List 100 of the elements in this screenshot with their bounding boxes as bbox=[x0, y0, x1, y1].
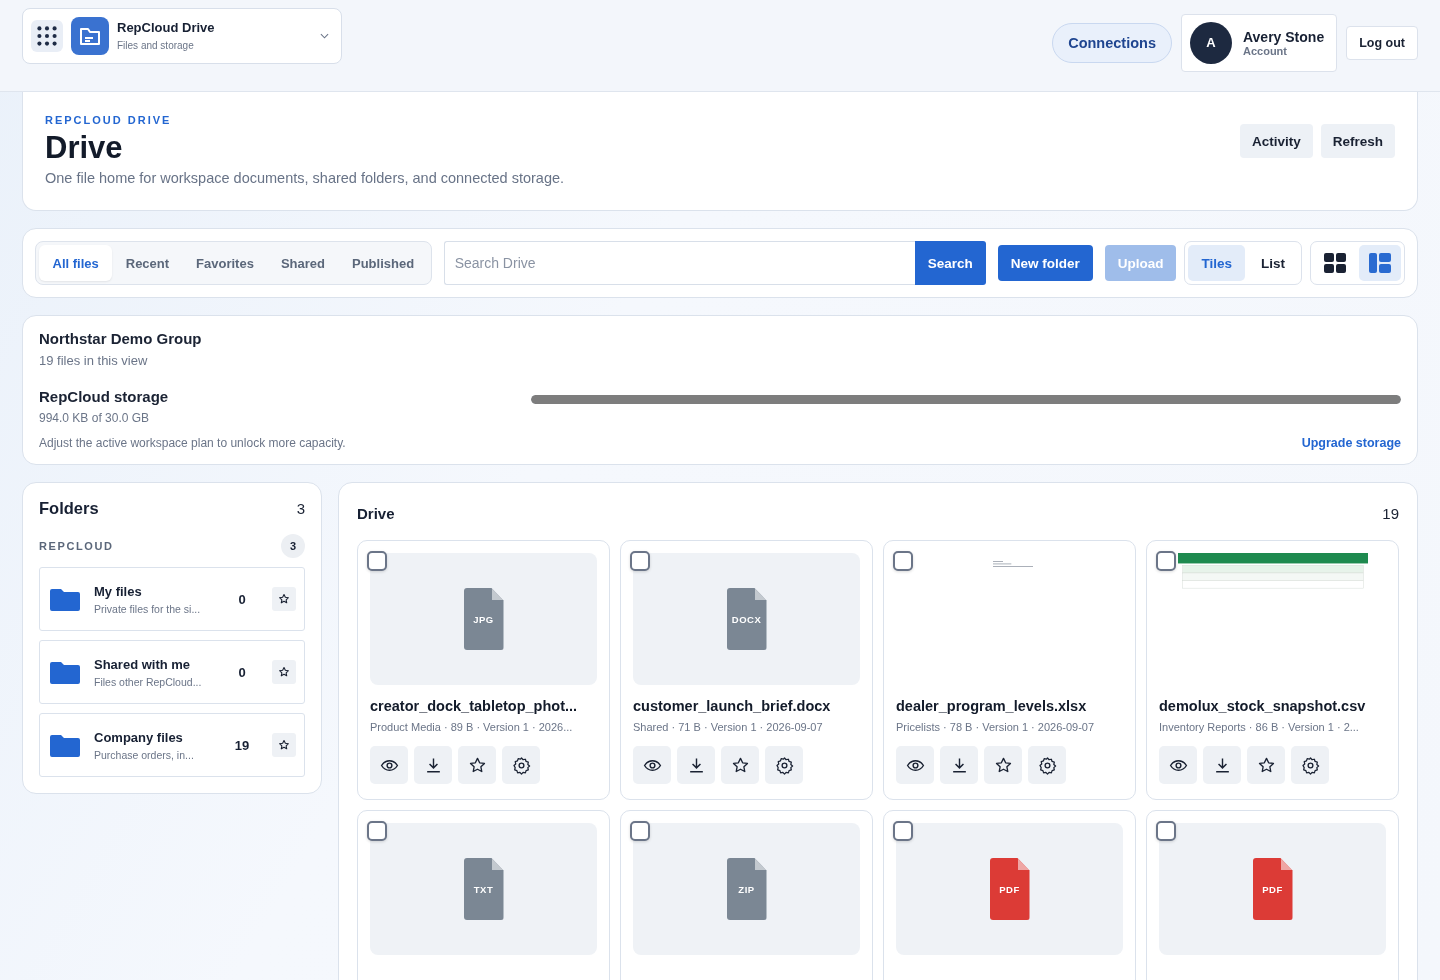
star-icon bbox=[278, 593, 290, 605]
folder-item[interactable]: Shared with me Files other RepCloud... 0 bbox=[39, 640, 305, 704]
folder-name: Company files bbox=[94, 729, 184, 745]
settings-icon bbox=[511, 755, 531, 775]
select-checkbox[interactable] bbox=[630, 551, 650, 571]
filter-tab[interactable]: Shared bbox=[267, 245, 339, 281]
connections-button[interactable]: Connections bbox=[1052, 22, 1172, 63]
drive-title: Drive bbox=[357, 505, 395, 522]
file-tile[interactable]: TXT bbox=[357, 810, 610, 980]
favorite-button[interactable] bbox=[984, 746, 1022, 784]
file-tile[interactable]: JPG creator_dock_tabletop_phot... Product Media · 89 B · Version 1 · 2026... bbox=[357, 540, 610, 800]
upgrade-link[interactable]: Upgrade storage bbox=[1301, 436, 1401, 450]
favorite-button[interactable] bbox=[272, 587, 296, 611]
folder-icon bbox=[50, 733, 80, 757]
file-meta: Pricelists · 78 B · Version 1 · 2026-09-07 bbox=[896, 721, 1096, 733]
filter-tab[interactable]: All files bbox=[39, 245, 113, 281]
file-type-icon: TXT bbox=[463, 858, 504, 920]
select-checkbox[interactable] bbox=[1156, 551, 1176, 571]
group-count-badge: 3 bbox=[281, 534, 305, 558]
download-button[interactable] bbox=[940, 746, 978, 784]
star-icon bbox=[278, 666, 290, 678]
file-meta: Product Media · 89 B · Version 1 · 2026... bbox=[370, 721, 574, 733]
favorite-button[interactable] bbox=[272, 733, 296, 757]
folder-file-count: 19 bbox=[233, 737, 251, 753]
grid-icon bbox=[1324, 253, 1346, 273]
app-switcher[interactable]: RepCloud Drive Files and storage bbox=[22, 7, 342, 64]
folder-file-count: 0 bbox=[237, 591, 247, 607]
file-type-icon: PDF bbox=[1252, 858, 1293, 920]
filter-tab[interactable]: Recent bbox=[112, 245, 183, 281]
settings-button[interactable] bbox=[1291, 746, 1329, 784]
select-checkbox[interactable] bbox=[367, 821, 387, 841]
account-menu[interactable]: A Avery Stone Account bbox=[1181, 13, 1338, 72]
preview-button[interactable] bbox=[633, 746, 671, 784]
favorite-button[interactable] bbox=[721, 746, 759, 784]
apps-grid-icon[interactable] bbox=[31, 19, 63, 52]
file-tile[interactable]: PDF bbox=[883, 810, 1136, 980]
storage-usage: 994.0 KB of 30.0 GB bbox=[39, 411, 151, 425]
action-button[interactable]: New folder bbox=[997, 245, 1093, 281]
select-checkbox[interactable] bbox=[893, 821, 913, 841]
user-name: Avery Stone bbox=[1243, 28, 1325, 45]
panel-layout-button[interactable] bbox=[1359, 245, 1401, 281]
file-name: creator_dock_tabletop_phot... bbox=[370, 698, 579, 714]
page-description: One file home for workspace documents, shared folders, and connected storage. bbox=[45, 170, 565, 186]
folders-title: Folders bbox=[39, 499, 99, 518]
settings-button[interactable] bbox=[502, 746, 540, 784]
workspace-name: Northstar Demo Group bbox=[39, 330, 203, 347]
preview-button[interactable] bbox=[896, 746, 934, 784]
preview-button[interactable] bbox=[1159, 746, 1197, 784]
eyebrow-label: REPCLOUD DRIVE bbox=[45, 114, 173, 126]
download-button[interactable] bbox=[1203, 746, 1241, 784]
folder-item[interactable]: Company files Purchase orders, in... 19 bbox=[39, 713, 305, 777]
search-field[interactable]: Search Drive bbox=[443, 241, 915, 285]
select-checkbox[interactable] bbox=[630, 821, 650, 841]
select-checkbox[interactable] bbox=[367, 551, 387, 571]
filter-tab[interactable]: Favorites bbox=[182, 245, 268, 281]
folders-count: 3 bbox=[296, 500, 305, 517]
settings-button[interactable] bbox=[1028, 746, 1066, 784]
search-button[interactable]: Search bbox=[914, 241, 986, 285]
star-icon bbox=[993, 755, 1013, 775]
file-count: 19 files in this view bbox=[39, 353, 149, 368]
settings-icon bbox=[1037, 755, 1057, 775]
app-subtitle: Files and storage bbox=[117, 40, 195, 51]
app-title: RepCloud Drive bbox=[117, 20, 216, 35]
favorite-button[interactable] bbox=[458, 746, 496, 784]
group-label: REPCLOUD bbox=[39, 540, 114, 552]
file-tile[interactable]: DOCX customer_launch_brief.docx Shared · 71 B · Version 1 · 2026-09-07 bbox=[620, 540, 873, 800]
file-type-icon: ZIP bbox=[726, 858, 767, 920]
filter-tab[interactable]: Published bbox=[338, 245, 428, 281]
file-tile[interactable]: ZIP bbox=[620, 810, 873, 980]
avatar: A bbox=[1190, 21, 1232, 64]
view-mode-button[interactable]: List bbox=[1248, 245, 1298, 281]
select-checkbox[interactable] bbox=[1156, 821, 1176, 841]
folder-name: My files bbox=[94, 583, 143, 599]
select-checkbox[interactable] bbox=[893, 551, 913, 571]
settings-button[interactable] bbox=[765, 746, 803, 784]
header-button[interactable]: Refresh bbox=[1320, 124, 1395, 158]
download-button[interactable] bbox=[677, 746, 715, 784]
file-tile[interactable]: demolux_stock_snapshot.csv Inventory Reports · 86 B · Version 1 · 2... bbox=[1146, 540, 1399, 800]
download-button[interactable] bbox=[414, 746, 452, 784]
logout-button[interactable]: Log out bbox=[1346, 25, 1418, 60]
panel-layout-icon bbox=[1369, 253, 1391, 273]
favorite-button[interactable] bbox=[272, 660, 296, 684]
folder-description: Files other RepCloud... bbox=[94, 675, 203, 688]
star-icon bbox=[467, 755, 487, 775]
folder-description: Private files for the si... bbox=[94, 602, 202, 615]
settings-icon bbox=[774, 755, 794, 775]
user-role: Account bbox=[1243, 44, 1288, 57]
file-name: customer_launch_brief.docx bbox=[633, 698, 832, 714]
header-button[interactable]: Activity bbox=[1239, 124, 1313, 158]
page-title: Drive bbox=[45, 130, 124, 166]
star-icon bbox=[278, 739, 290, 751]
file-meta: Inventory Reports · 86 B · Version 1 · 2... bbox=[1159, 721, 1360, 733]
preview-button[interactable] bbox=[370, 746, 408, 784]
file-tile[interactable]: PDF bbox=[1146, 810, 1399, 980]
view-mode-button[interactable]: Tiles bbox=[1188, 245, 1245, 281]
folder-item[interactable]: My files Private files for the si... 0 bbox=[39, 567, 305, 631]
favorite-button[interactable] bbox=[1247, 746, 1285, 784]
folder-name: Shared with me bbox=[94, 656, 192, 672]
star-icon bbox=[730, 755, 750, 775]
file-tile[interactable]: dealer_program_levels.xlsx Pricelists · 78 B · Version 1 · 2026-09-07 bbox=[883, 540, 1136, 800]
